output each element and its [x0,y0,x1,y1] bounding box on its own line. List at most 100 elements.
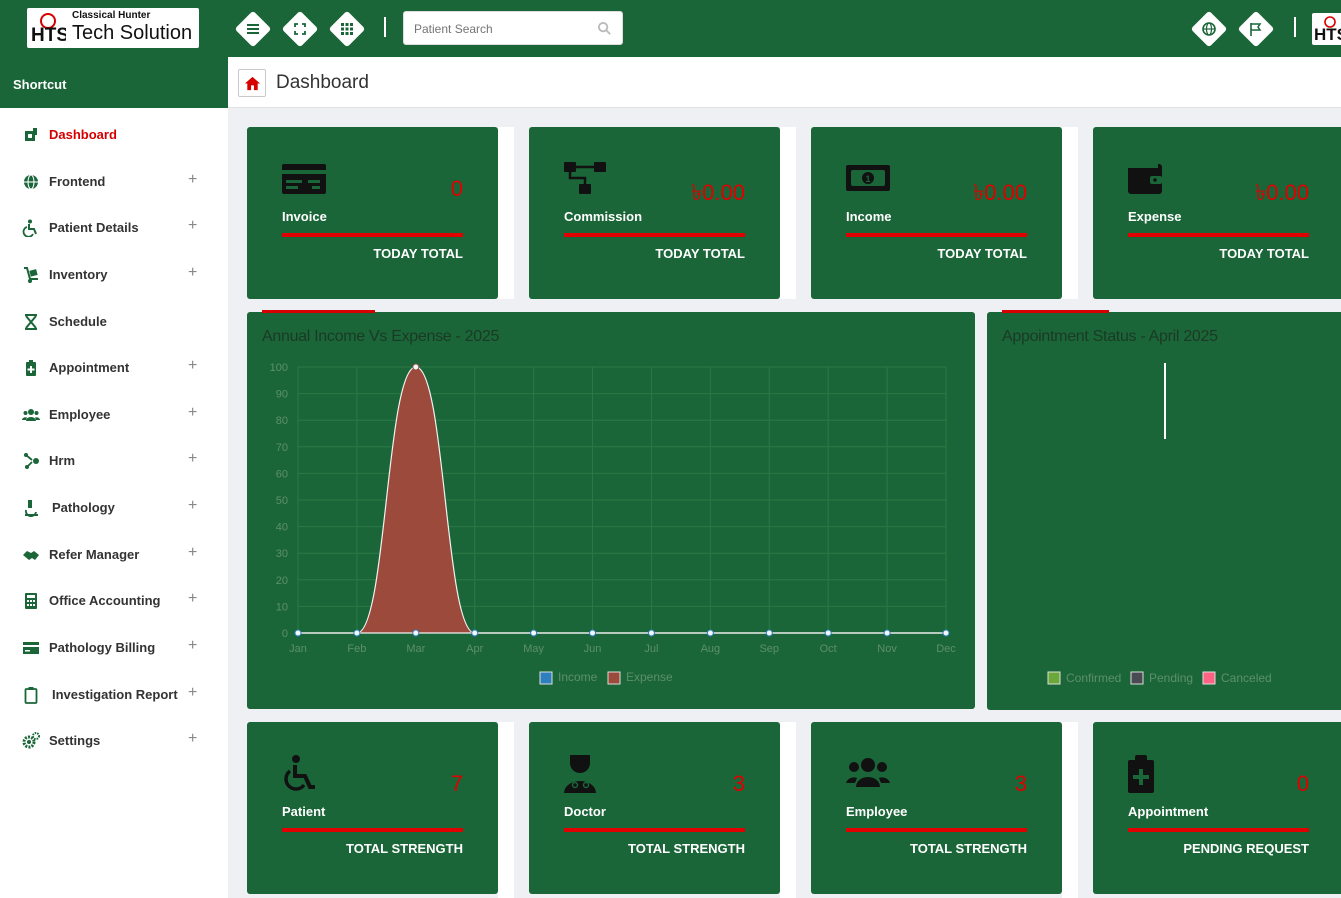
expense-footer: TODAY TOTAL [1219,246,1309,261]
patient-search-input[interactable] [414,20,594,38]
y-tick-label: 80 [276,415,288,427]
doctor-label: Doctor [564,804,606,819]
doctor-card[interactable]: 3 Doctor TOTAL STRENGTH [529,722,780,894]
expand-icon[interactable]: + [188,590,197,608]
sidebar-item-frontend[interactable]: Frontend + [0,161,228,201]
commission-card[interactable]: ৳0.00 Commission TODAY TOTAL [529,127,780,299]
legend-swatch [539,671,553,685]
users-icon [846,758,890,787]
expense-card[interactable]: ৳0.00 Expense TODAY TOTAL [1093,127,1341,299]
doctor-value: 3 [732,771,745,796]
employee-footer: TOTAL STRENGTH [910,841,1027,856]
menu-toggle-button[interactable] [234,10,272,48]
sidebar-item-label: Frontend [49,174,106,189]
flag-button[interactable] [1237,10,1275,48]
expand-icon[interactable]: + [188,497,197,515]
expand-icon[interactable]: + [188,171,197,189]
hts-logo-mark: HTS [31,13,66,44]
globe-icon [24,174,38,190]
expense-value: ৳0.00 [1255,180,1309,205]
billing-card-icon [23,642,39,654]
y-tick-label: 100 [270,362,288,374]
wallet-icon [1128,164,1162,194]
menu-icon [247,24,259,34]
legend-swatch[interactable] [1202,671,1216,685]
invoice-value: 0 [450,176,463,201]
legend-label[interactable]: Canceled [1221,671,1272,685]
apps-grid-icon [341,23,353,35]
income-point [883,629,891,637]
employee-value: 3 [1014,771,1027,796]
apps-button[interactable] [328,10,366,48]
income-label: Income [846,209,892,224]
sidebar-item-label: Schedule [49,314,107,329]
y-tick-label: 60 [276,468,288,480]
card-divider [1128,828,1309,832]
income-point [294,629,302,637]
expand-icon[interactable]: + [188,264,197,282]
sidebar-item-schedule[interactable]: Schedule [0,301,228,341]
invoice-footer: TODAY TOTAL [373,246,463,261]
legend-label: Expense [626,670,673,684]
sidebar-nav: Dashboard Frontend + Patient Details + I… [0,108,228,898]
doctor-icon [564,755,596,793]
search-icon[interactable] [597,21,612,36]
patient-search-box[interactable] [403,11,623,45]
svg-text:HTS: HTS [31,25,66,44]
employee-card[interactable]: 3 Employee TOTAL STRENGTH [811,722,1062,894]
sidebar-item-appointment[interactable]: Appointment + [0,347,228,387]
expand-icon[interactable]: + [188,217,197,235]
x-tick-label: Oct [820,643,837,655]
money-bill-icon: 1 [846,165,890,191]
fullscreen-icon [294,23,306,35]
sidebar-item-investigation-report[interactable]: Investigation Report + [0,674,228,714]
page-title: Dashboard [276,72,369,93]
sidebar-item-settings[interactable]: Settings + [0,720,228,760]
expand-icon[interactable]: + [188,684,197,702]
sidebar-item-dashboard[interactable]: Dashboard [0,114,228,154]
x-tick-label: Jun [584,643,602,655]
handshake-icon [23,551,39,560]
patient-card[interactable]: 7 Patient TOTAL STRENGTH [247,722,498,894]
language-button[interactable] [1190,10,1228,48]
legend-swatch[interactable] [1047,671,1061,685]
appointment-card[interactable]: 0 Appointment PENDING REQUEST [1093,722,1341,894]
y-tick-label: 40 [276,522,288,534]
expand-icon[interactable]: + [188,450,197,468]
x-tick-label: Feb [347,643,366,655]
expand-icon[interactable]: + [188,357,197,375]
expand-icon[interactable]: + [188,637,197,655]
legend-label[interactable]: Confirmed [1066,671,1121,685]
wheelchair-icon [284,755,315,791]
sidebar-item-refer-manager[interactable]: Refer Manager + [0,534,228,574]
sidebar-item-label: Hrm [49,453,76,468]
sidebar-item-pathology[interactable]: Pathology + [0,487,228,527]
income-card[interactable]: 1 ৳0.00 Income TODAY TOTAL [811,127,1062,299]
user-avatar-logo[interactable]: HTS [1312,13,1341,45]
expand-icon[interactable]: + [188,404,197,422]
expand-icon[interactable]: + [188,544,197,562]
sidebar-item-employee[interactable]: Employee + [0,394,228,434]
expand-icon[interactable]: + [188,730,197,748]
legend-swatch [607,671,621,685]
sidebar-item-label: Pathology [52,500,115,515]
sidebar-item-patient-details[interactable]: Patient Details + [0,207,228,247]
sidebar-item-inventory[interactable]: Inventory + [0,254,228,294]
legend-swatch[interactable] [1130,671,1144,685]
sidebar-item-office-accounting[interactable]: Office Accounting + [0,580,228,620]
fullscreen-button[interactable] [281,10,319,48]
sidebar-item-hrm[interactable]: Hrm + [0,440,228,480]
invoice-card[interactable]: 0 Invoice TODAY TOTAL [247,127,498,299]
home-button[interactable] [238,69,266,97]
sidebar-item-pathology-billing[interactable]: Pathology Billing + [0,627,228,667]
clipboard-plus-icon [26,360,36,376]
x-tick-label: Apr [466,643,483,655]
card-gap [1062,127,1078,299]
expense-point [412,363,420,371]
legend-label[interactable]: Pending [1149,671,1193,685]
income-footer: TODAY TOTAL [937,246,1027,261]
sidebar-item-label: Patient Details [49,220,139,235]
top-bar: HTS Classical Hunter Tech Solution Patie… [0,0,1341,57]
brand-logo[interactable]: HTS Classical Hunter Tech Solution [27,8,199,48]
income-point [589,629,597,637]
